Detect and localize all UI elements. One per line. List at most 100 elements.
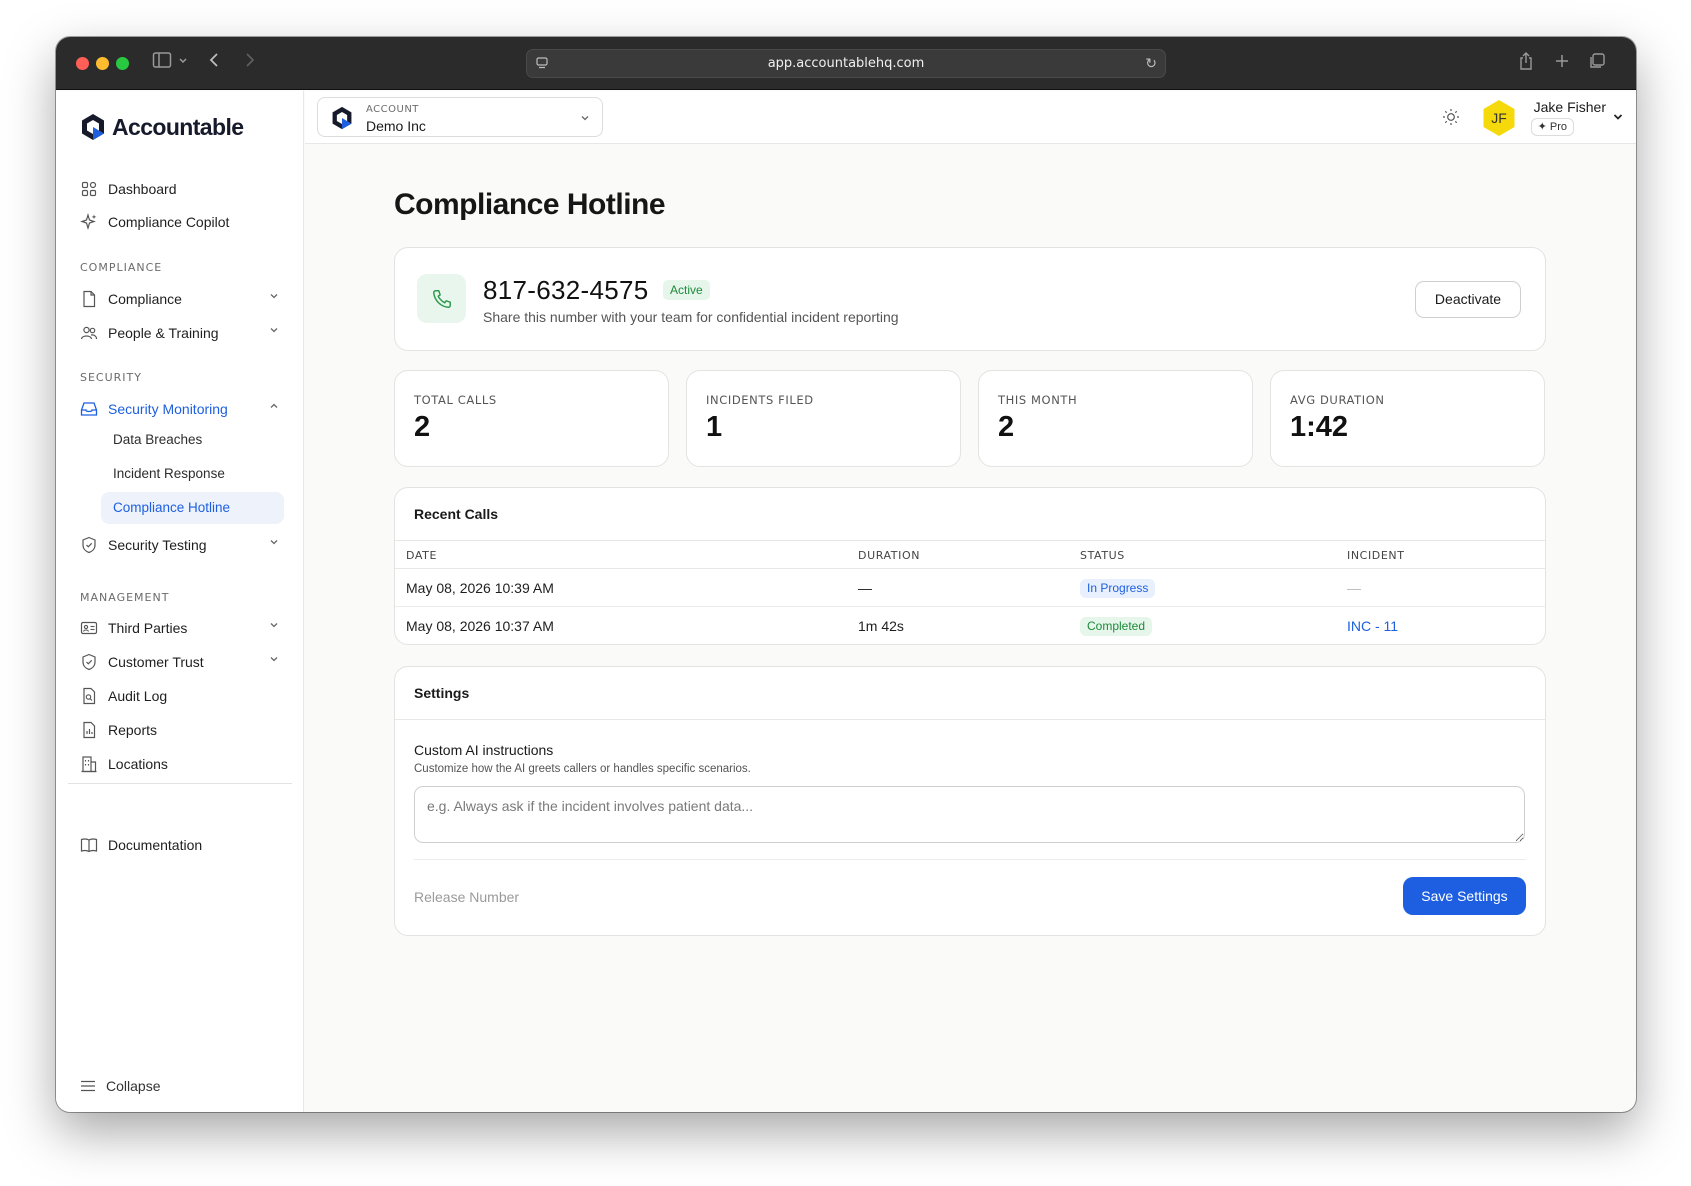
sidebar-item-label: Security Testing (108, 537, 207, 553)
avatar[interactable]: JF (1483, 100, 1515, 136)
section-label-management: MANAGEMENT (80, 591, 170, 604)
column-header-status[interactable]: STATUS (1080, 549, 1125, 562)
sidebar-toggle-icon[interactable] (152, 51, 172, 75)
release-number-button[interactable]: Release Number (414, 889, 519, 905)
call-incident: — (1347, 580, 1361, 596)
app-logo[interactable]: Accountable (80, 113, 244, 141)
reload-icon[interactable]: ↻ (1145, 55, 1157, 72)
column-header-incident[interactable]: INCIDENT (1347, 549, 1405, 562)
minimize-window-button[interactable] (96, 57, 109, 70)
account-switcher[interactable]: ACCOUNT Demo Inc (317, 97, 603, 137)
sidebar-item-compliance[interactable]: Compliance (80, 286, 280, 312)
back-icon[interactable] (208, 51, 222, 75)
call-duration: 1m 42s (858, 618, 904, 634)
inbox-icon (80, 400, 98, 418)
sidebar-item-dashboard[interactable]: Dashboard (80, 176, 280, 202)
logo-text: Accountable (112, 113, 244, 140)
stat-label: INCIDENTS FILED (706, 393, 814, 407)
forward-icon[interactable] (242, 51, 256, 75)
sparkle-icon: ✦ (1537, 121, 1547, 133)
sidebar-item-label: Compliance Copilot (108, 214, 230, 230)
recent-calls-card: Recent Calls DATE DURATION STATUS INCIDE… (394, 487, 1546, 645)
sidebar-item-people-training[interactable]: People & Training (80, 320, 280, 346)
url-text: app.accountablehq.com (767, 56, 925, 71)
custom-ai-instructions-input[interactable] (414, 786, 1525, 843)
settings-footer-divider (414, 859, 1526, 860)
sidebar-subitem-data-breaches[interactable]: Data Breaches (101, 424, 284, 456)
audit-doc-icon (80, 687, 98, 705)
sidebar-item-customer-trust[interactable]: Customer Trust (80, 649, 280, 675)
phone-icon (417, 274, 466, 323)
hotline-phone-number: 817-632-4575 (483, 275, 649, 305)
report-icon (80, 721, 98, 739)
stat-label: THIS MONTH (998, 393, 1078, 407)
maximize-window-button[interactable] (116, 57, 129, 70)
sidebar-item-reports[interactable]: Reports (80, 717, 280, 743)
chevron-down-icon (270, 623, 278, 628)
sidebar-item-label: Locations (108, 756, 168, 772)
shield-check-icon (80, 653, 98, 671)
grid-icon (80, 180, 98, 198)
page-title: Compliance Hotline (394, 188, 666, 221)
account-name: Demo Inc (366, 118, 426, 134)
top-header: ACCOUNT Demo Inc JF Jake Fisher ✦ Pro (305, 91, 1636, 144)
sidebar-item-label: Security Monitoring (108, 401, 228, 417)
sidebar-item-documentation[interactable]: Documentation (80, 832, 280, 858)
deactivate-button[interactable]: Deactivate (1415, 281, 1521, 318)
sidebar-item-compliance-copilot[interactable]: Compliance Copilot (80, 209, 280, 235)
sidebar-subitem-compliance-hotline[interactable]: Compliance Hotline (101, 492, 284, 524)
sidebar-item-security-testing[interactable]: Security Testing (80, 532, 280, 558)
section-label-compliance: COMPLIANCE (80, 261, 163, 274)
browser-window: app.accountablehq.com ↻ Accountable Dash… (56, 37, 1636, 1112)
sidebar-item-third-parties[interactable]: Third Parties (80, 615, 280, 641)
sidebar-item-locations[interactable]: Locations (80, 751, 280, 777)
new-tab-icon[interactable] (1554, 51, 1570, 77)
call-date: May 08, 2026 10:39 AM (406, 580, 554, 596)
theme-toggle-sun-icon[interactable] (1442, 108, 1460, 126)
table-row[interactable]: May 08, 2026 10:39 AM — In Progress — (395, 569, 1545, 607)
save-settings-button[interactable]: Save Settings (1403, 877, 1526, 915)
chevron-down-icon[interactable] (1612, 111, 1624, 123)
sidebar-item-audit-log[interactable]: Audit Log (80, 683, 280, 709)
chevron-down-icon[interactable] (178, 51, 188, 75)
document-icon (80, 290, 98, 308)
stat-label: AVG DURATION (1290, 393, 1385, 407)
custom-ai-instructions-help: Customize how the AI greets callers or h… (414, 763, 751, 775)
hotline-number-card: 817-632-4575 Active Share this number wi… (394, 247, 1546, 351)
settings-title: Settings (414, 685, 470, 701)
sidebar-subitem-incident-response[interactable]: Incident Response (101, 458, 284, 490)
address-bar[interactable]: app.accountablehq.com ↻ (526, 49, 1166, 78)
settings-card: Settings Custom AI instructions Customiz… (394, 666, 1546, 936)
incident-link[interactable]: INC - 11 (1347, 618, 1398, 634)
column-header-date[interactable]: DATE (406, 549, 437, 562)
section-label-security: SECURITY (80, 371, 142, 384)
sidebar-item-label: Reports (108, 722, 158, 738)
tabs-overview-icon[interactable] (1588, 51, 1606, 77)
collapse-sidebar-button[interactable]: Collapse (80, 1078, 160, 1094)
collapse-label: Collapse (106, 1078, 161, 1094)
plan-label: Pro (1549, 121, 1567, 133)
account-logo-icon (332, 106, 352, 130)
chevron-down-icon (270, 540, 278, 545)
column-header-duration[interactable]: DURATION (858, 549, 920, 562)
chevron-down-icon (270, 294, 278, 299)
sidebar-item-security-monitoring[interactable]: Security Monitoring (80, 396, 280, 422)
custom-ai-instructions-label: Custom AI instructions (414, 742, 554, 758)
chevron-down-icon (270, 328, 278, 333)
table-row[interactable]: May 08, 2026 10:37 AM 1m 42s Completed I… (395, 607, 1545, 644)
stat-value: 1 (706, 411, 723, 443)
sidebar-item-label: Third Parties (108, 620, 188, 636)
sidebar: Accountable Dashboard Compliance Copilot… (56, 91, 304, 1112)
share-icon[interactable] (1518, 51, 1534, 77)
user-name[interactable]: Jake Fisher (1534, 99, 1606, 115)
close-window-button[interactable] (76, 57, 89, 70)
sidebar-item-label: Audit Log (108, 688, 168, 704)
id-card-icon (80, 619, 98, 637)
chevron-down-icon (581, 116, 589, 121)
status-badge: In Progress (1080, 579, 1156, 598)
main-content: Compliance Hotline 817-632-4575 Active S… (305, 145, 1636, 1112)
stat-card-avg-duration: AVG DURATION 1:42 (1270, 370, 1545, 467)
plan-badge: ✦ Pro (1530, 118, 1574, 136)
chevron-up-icon (270, 403, 278, 408)
hotline-description: Share this number with your team for con… (483, 309, 899, 325)
